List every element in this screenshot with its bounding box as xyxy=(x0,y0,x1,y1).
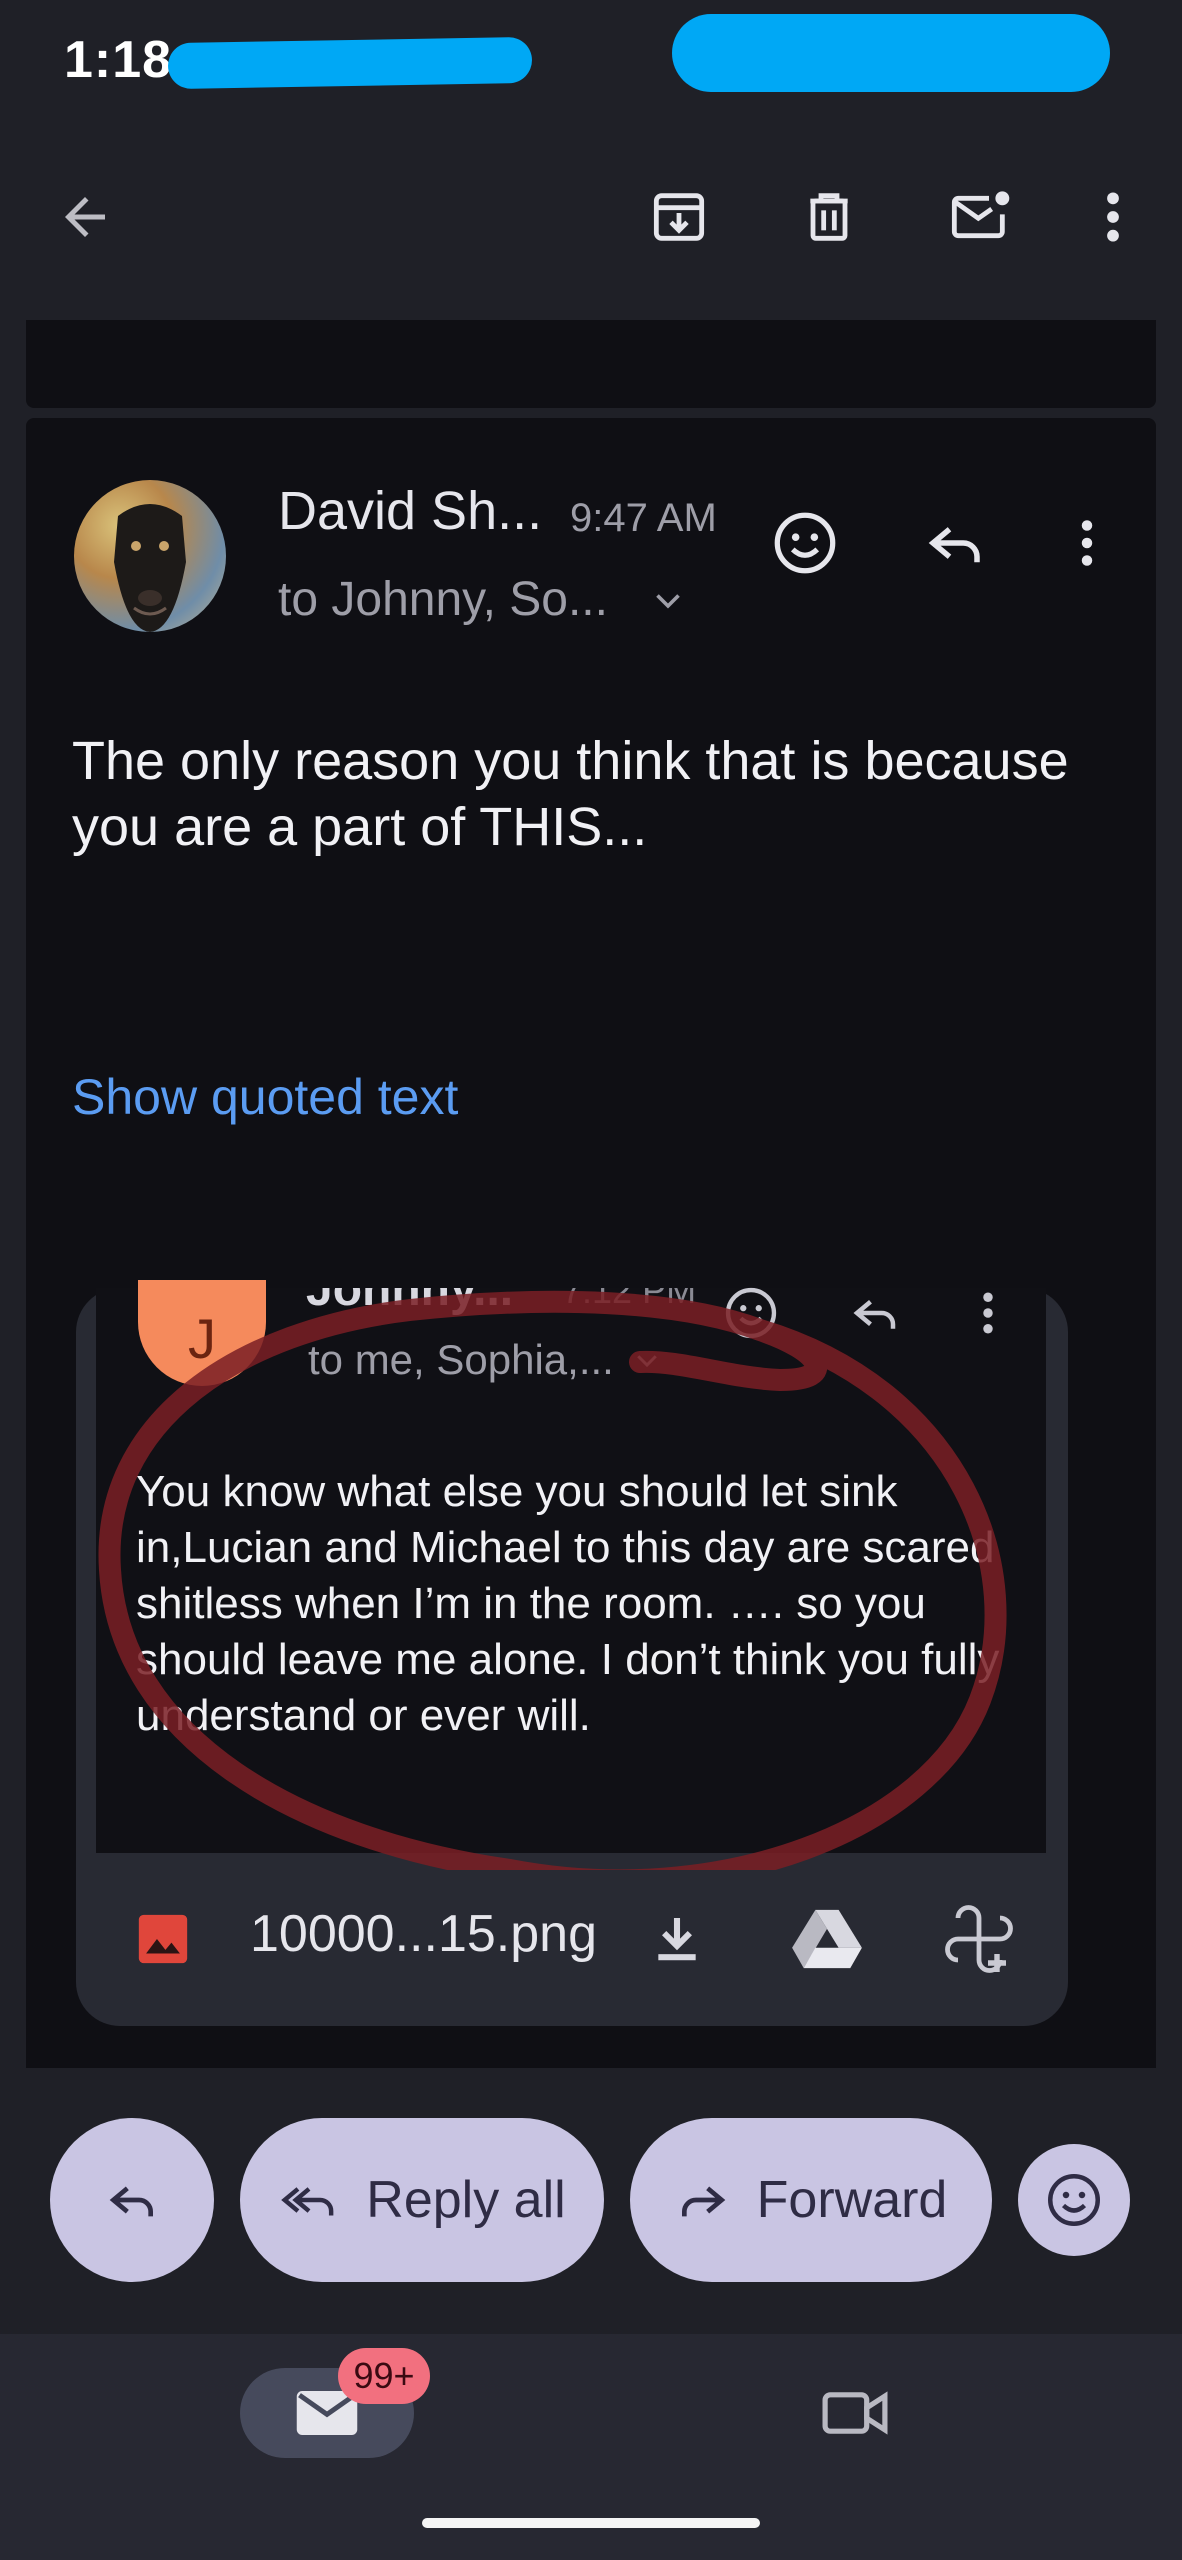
sender-name[interactable]: David Sh... xyxy=(278,480,542,542)
forward-button[interactable]: Forward xyxy=(630,2118,992,2282)
video-camera-icon xyxy=(822,2391,888,2435)
message-body: The only reason you think that is becaus… xyxy=(72,731,1069,857)
reply-pill-button[interactable] xyxy=(50,2118,214,2282)
arrow-back-icon xyxy=(65,197,105,237)
back-button[interactable] xyxy=(40,172,130,262)
add-to-photos-button[interactable] xyxy=(934,1894,1024,1984)
chevron-down-icon xyxy=(656,593,680,609)
redaction-mark xyxy=(672,14,1110,92)
emoji-icon xyxy=(1048,2174,1100,2226)
more-vert-icon xyxy=(1107,192,1119,242)
reply-icon xyxy=(928,527,980,563)
nav-meet-tab[interactable] xyxy=(810,2368,900,2458)
drive-icon xyxy=(792,1909,862,1969)
reply-button[interactable] xyxy=(910,498,1000,588)
home-indicator[interactable] xyxy=(422,2518,760,2528)
download-attachment-button[interactable] xyxy=(632,1894,722,1984)
forward-icon xyxy=(681,2186,725,2217)
message-time: 9:47 AM xyxy=(570,496,717,540)
unread-badge: 99+ xyxy=(338,2348,430,2404)
recipients-label: to Johnny, So... xyxy=(278,573,608,626)
download-icon xyxy=(658,1918,696,1961)
show-quoted-text-link[interactable]: Show quoted text xyxy=(72,1068,458,1126)
red-circle-annotation xyxy=(98,1290,1007,1870)
image-icon xyxy=(134,1910,192,1968)
reply-all-label: Reply all xyxy=(366,2171,566,2229)
attachment-name[interactable]: 10000...15.png xyxy=(250,1904,597,1964)
add-to-photos-icon xyxy=(945,1905,1013,1973)
emoji-icon xyxy=(774,512,836,574)
add-reaction-button[interactable] xyxy=(760,498,850,588)
emoji-react-button[interactable] xyxy=(1018,2144,1130,2256)
dog-photo-icon xyxy=(114,504,186,632)
archive-button[interactable] xyxy=(634,172,724,262)
previous-message-collapsed[interactable] xyxy=(26,320,1156,408)
sender-avatar[interactable] xyxy=(74,480,226,632)
reply-all-icon xyxy=(281,2187,334,2216)
message-more-button[interactable] xyxy=(1042,498,1132,588)
mail-unread-icon xyxy=(951,191,1010,239)
delete-button[interactable] xyxy=(784,172,874,262)
more-options-button[interactable] xyxy=(1068,172,1158,262)
trash-icon xyxy=(810,193,848,241)
mark-unread-button[interactable] xyxy=(936,172,1026,262)
more-vert-icon xyxy=(1081,520,1093,566)
forward-label: Forward xyxy=(756,2171,948,2229)
reply-all-button[interactable]: Reply all xyxy=(240,2118,604,2282)
reply-icon xyxy=(109,2186,153,2217)
recipients[interactable]: to Johnny, So... xyxy=(278,572,686,627)
status-time: 1:18 xyxy=(64,31,173,89)
redaction-mark xyxy=(167,36,533,90)
save-to-drive-button[interactable] xyxy=(782,1894,872,1984)
archive-icon xyxy=(653,193,705,241)
